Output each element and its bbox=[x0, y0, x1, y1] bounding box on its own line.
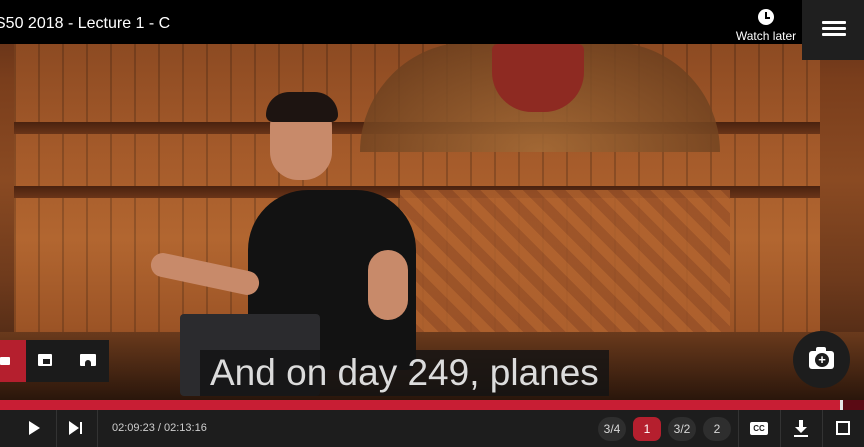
diagonal-panel bbox=[400, 190, 730, 350]
watch-later-button[interactable]: Watch later bbox=[728, 6, 804, 43]
control-bar: 02:09:23 / 02:13:16 3/4 1 3/2 2 CC bbox=[0, 410, 864, 447]
screenshot-button[interactable] bbox=[793, 331, 850, 388]
download-icon[interactable] bbox=[793, 420, 809, 438]
fullscreen-icon[interactable] bbox=[836, 421, 850, 435]
clock-icon bbox=[758, 9, 774, 25]
closed-captions-icon[interactable]: CC bbox=[750, 422, 768, 435]
video-camera-button[interactable] bbox=[0, 340, 26, 382]
theater-mode-icon[interactable] bbox=[80, 354, 96, 366]
speed-option-2[interactable]: 2 bbox=[703, 417, 731, 441]
crest bbox=[492, 44, 584, 112]
lecturer-hair bbox=[266, 92, 338, 122]
speed-option-3-2[interactable]: 3/2 bbox=[668, 417, 696, 441]
progress-played bbox=[0, 400, 840, 410]
video-camera-icon bbox=[0, 357, 10, 365]
progress-handle[interactable] bbox=[840, 400, 843, 410]
play-icon[interactable] bbox=[29, 421, 40, 435]
camera-add-icon bbox=[809, 347, 834, 369]
picture-in-picture-icon[interactable] bbox=[38, 354, 52, 366]
view-mode-toolbar bbox=[0, 340, 109, 382]
video-frame[interactable] bbox=[0, 0, 864, 400]
time-display: 02:09:23 / 02:13:16 bbox=[112, 422, 207, 434]
lecturer-arm bbox=[368, 250, 408, 320]
subtitle-caption: And on day 249, planes bbox=[200, 350, 609, 396]
divider bbox=[780, 410, 781, 447]
progress-bar[interactable] bbox=[0, 400, 864, 410]
skip-next-icon[interactable] bbox=[69, 421, 83, 435]
speed-option-3-4[interactable]: 3/4 bbox=[598, 417, 626, 441]
watch-later-label: Watch later bbox=[735, 29, 797, 43]
divider bbox=[56, 410, 57, 447]
playlist-menu-button[interactable] bbox=[802, 0, 864, 60]
divider bbox=[738, 410, 739, 447]
divider bbox=[822, 410, 823, 447]
playlist-menu-icon bbox=[822, 21, 846, 37]
divider bbox=[97, 410, 98, 447]
speed-option-1[interactable]: 1 bbox=[633, 417, 661, 441]
video-player: S50 2018 - Lecture 1 - C Watch later And… bbox=[0, 0, 864, 447]
video-title: S50 2018 - Lecture 1 - C bbox=[0, 15, 171, 32]
